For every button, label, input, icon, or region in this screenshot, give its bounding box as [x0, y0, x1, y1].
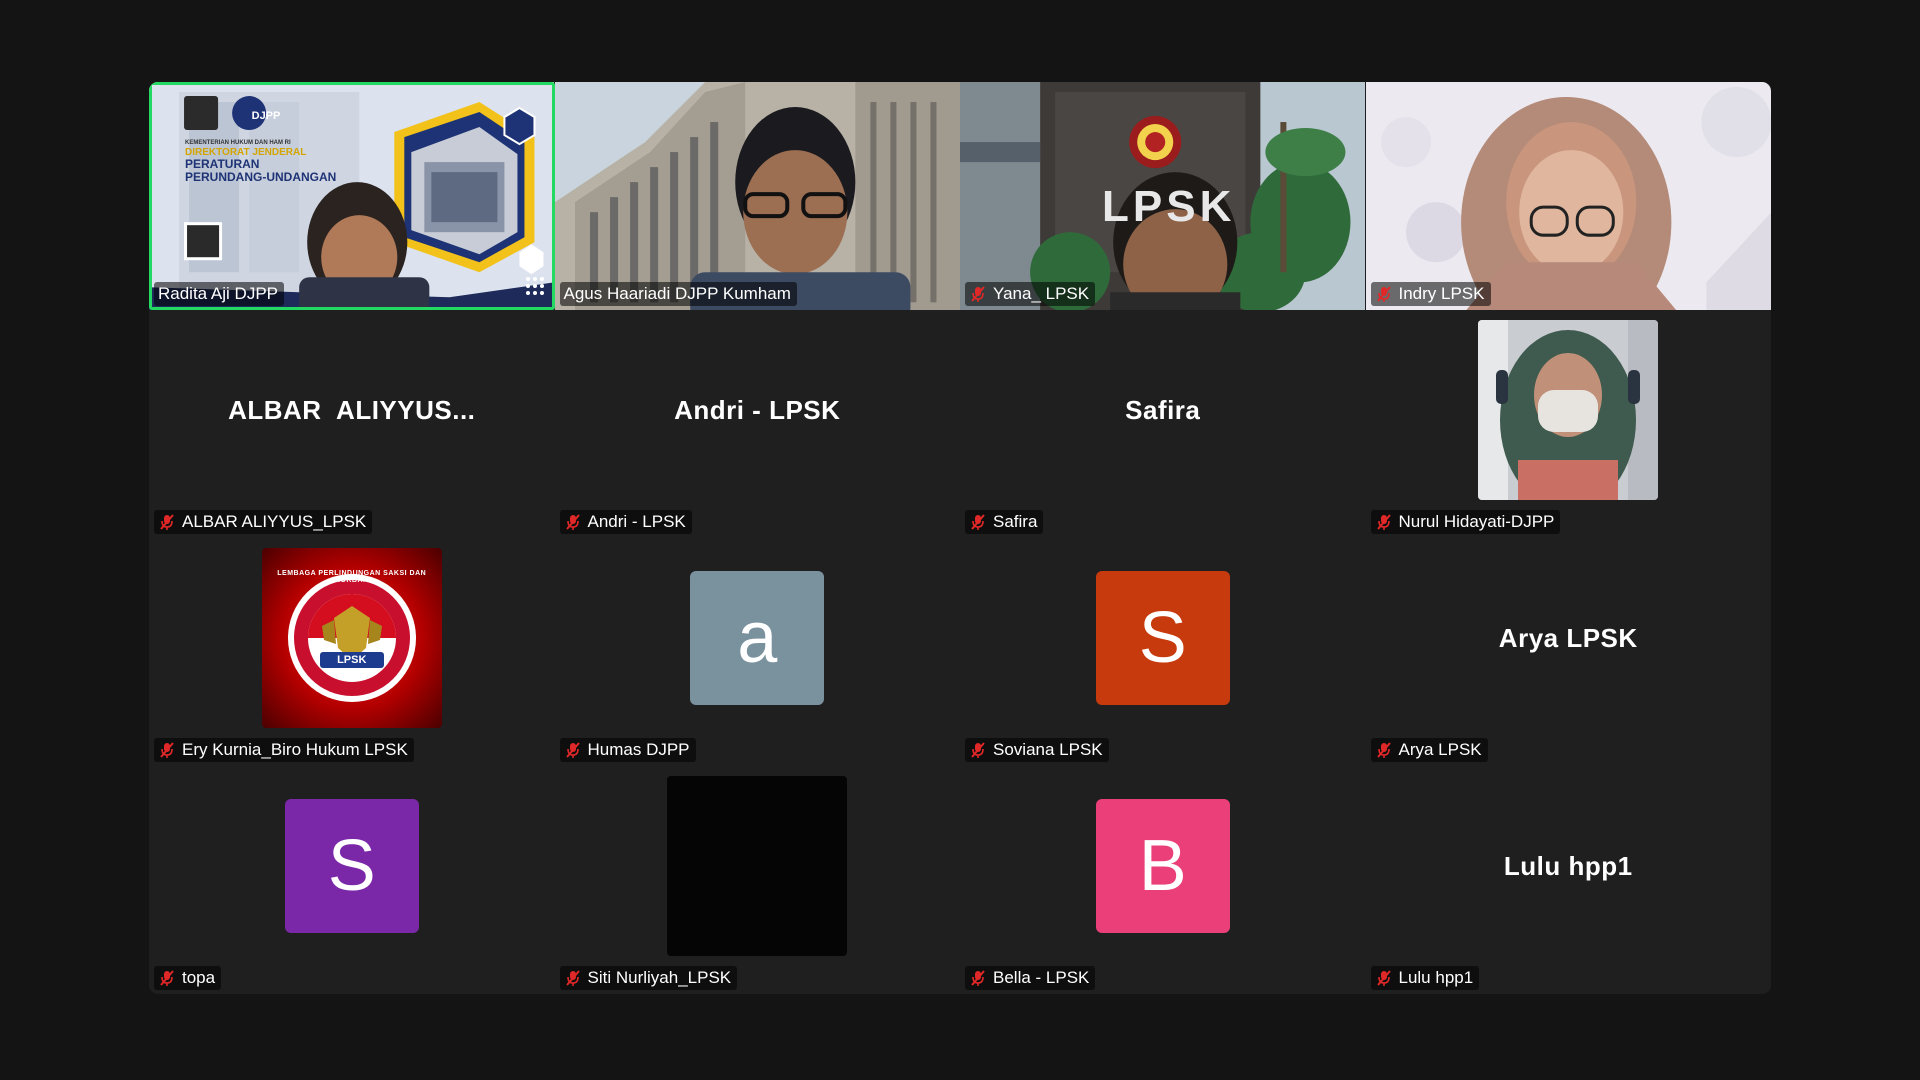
slide-line-2: DIREKTORAT JENDERAL [185, 146, 307, 158]
participant-name-label: Bella - LPSK [965, 966, 1096, 990]
participant-name: Indry LPSK [1398, 284, 1485, 303]
slide-brand-logo: DJPP [251, 110, 281, 122]
participant-name-label: Andri - LPSK [559, 510, 692, 534]
participant-tile-humas-djpp[interactable]: a Humas DJPP [554, 538, 961, 766]
apps-grid-icon [525, 277, 544, 295]
participant-tile-radita-aji[interactable]: KEMENTERIAN HUKUM DAN HAM RI DIREKTORAT … [149, 82, 555, 310]
participant-name: topa [182, 968, 216, 987]
avatar-container [1366, 310, 1772, 510]
mic-muted-icon [1376, 286, 1391, 302]
participant-name: ALBAR ALIYYUS_LPSK [182, 512, 367, 531]
participant-name: Soviana LPSK [993, 740, 1103, 759]
participant-tile-indry[interactable]: Indry LPSK [1365, 82, 1771, 310]
slide-line-3: PERATURAN [185, 156, 260, 171]
participant-name: Andri - LPSK [587, 512, 686, 531]
letter-avatar: S [284, 799, 419, 933]
participant-name: Arya LPSK [1398, 740, 1482, 759]
avatar-container: S [960, 538, 1366, 738]
participant-name: Nurul Hidayati-DJPP [1398, 512, 1555, 531]
participant-name-label: Soviana LPSK [965, 738, 1109, 762]
profile-photo [1478, 320, 1659, 500]
participant-name-label: ALBAR ALIYYUS_LPSK [154, 510, 373, 534]
participant-tile-andri[interactable]: Andri - LPSK Andri - LPSK [554, 310, 960, 538]
mic-muted-icon [565, 742, 580, 758]
mic-muted-icon [1376, 514, 1391, 530]
participant-name-label: topa [154, 966, 222, 990]
slide-line-4: PERUNDANG-UNDANGAN [185, 169, 337, 184]
participant-tile-topa[interactable]: S topa [149, 766, 555, 994]
participant-tile-soviana[interactable]: S Soviana LPSK [960, 538, 1366, 766]
participant-name: Lulu hpp1 [1398, 968, 1474, 987]
participant-name: Humas DJPP [587, 740, 690, 759]
presentation-slide-text: KEMENTERIAN HUKUM DAN HAM RI DIREKTORAT … [185, 140, 355, 184]
participant-video [149, 82, 555, 310]
mic-muted-icon [160, 970, 174, 986]
mic-muted-icon [971, 514, 985, 530]
avatar-container: LEMBAGA PERLINDUNGAN SAKSI DAN KORBAN LP… [149, 538, 555, 738]
participant-name-label: Siti Nurliyah_LPSK [559, 966, 738, 990]
participant-video [1365, 82, 1771, 310]
participant-display-name: ALBAR ALIYYUS... [228, 394, 476, 425]
participant-video [554, 82, 960, 310]
participant-name: Radita Aji DJPP [158, 284, 278, 303]
participant-name: Safira [993, 512, 1038, 531]
participant-name-label: Humas DJPP [559, 738, 696, 762]
building-sign: LPSK [1102, 182, 1236, 231]
mic-muted-icon [565, 970, 580, 986]
participant-name-label: Yana_ LPSK [965, 282, 1096, 306]
participant-name-label: Nurul Hidayati-DJPP [1370, 510, 1561, 534]
emblem-ring-text: LEMBAGA PERLINDUNGAN SAKSI DAN KORBAN [277, 570, 427, 584]
participant-tile-siti-nurliyah[interactable]: Siti Nurliyah_LPSK [554, 766, 961, 994]
participant-display-name: Andri - LPSK [674, 394, 841, 425]
participant-tile-arya[interactable]: Arya LPSK Arya LPSK [1365, 538, 1771, 766]
avatar-container: B [960, 766, 1366, 966]
participant-tile-yana[interactable]: LPSK Yana_ LPSK [960, 82, 1366, 310]
participant-display-name: Lulu hpp1 [1503, 850, 1633, 881]
participant-name-label: Lulu hpp1 [1370, 966, 1480, 990]
mic-muted-icon [971, 286, 985, 302]
participant-tile-agus-haariadi[interactable]: Agus Haariadi DJPP Kumham [554, 82, 960, 310]
profile-photo [667, 776, 848, 956]
video-gallery: KEMENTERIAN HUKUM DAN HAM RI DIREKTORAT … [149, 82, 1771, 994]
participant-tile-bella[interactable]: B Bella - LPSK [960, 766, 1366, 994]
mic-muted-icon [971, 742, 985, 758]
mic-muted-icon [1376, 970, 1391, 986]
participant-tile-ery-kurnia[interactable]: LEMBAGA PERLINDUNGAN SAKSI DAN KORBAN LP… [149, 538, 555, 766]
participant-name: Yana_ LPSK [993, 284, 1090, 303]
mic-muted-icon [971, 970, 985, 986]
participant-tile-lulu[interactable]: Lulu hpp1 Lulu hpp1 [1365, 766, 1771, 994]
participant-name: Ery Kurnia_Biro Hukum LPSK [182, 740, 408, 759]
participant-name: Bella - LPSK [993, 968, 1090, 987]
avatar-container: a [555, 538, 961, 738]
participant-name: Siti Nurliyah_LPSK [587, 968, 732, 987]
letter-avatar: S [1095, 571, 1230, 705]
participant-tile-albar-aliyyus[interactable]: ALBAR ALIYYUS... ALBAR ALIYYUS_LPSK [149, 310, 555, 538]
participant-display-name: Arya LPSK [1498, 622, 1638, 653]
participant-tile-safira[interactable]: Safira Safira [960, 310, 1366, 538]
participant-name-label: Radita Aji DJPP [154, 282, 284, 306]
mic-muted-icon [565, 514, 580, 530]
mic-muted-icon [160, 742, 174, 758]
avatar-container: S [149, 766, 555, 966]
letter-avatar: a [690, 571, 825, 705]
participant-name-label: Ery Kurnia_Biro Hukum LPSK [154, 738, 414, 762]
participant-display-name: Safira [1125, 394, 1201, 425]
participant-name-label: Safira [965, 510, 1044, 534]
participant-name-label: Arya LPSK [1370, 738, 1488, 762]
participant-name-label: Indry LPSK [1370, 282, 1491, 306]
avatar-container [555, 766, 961, 966]
mic-muted-icon [1376, 742, 1391, 758]
lpsk-emblem-avatar: LEMBAGA PERLINDUNGAN SAKSI DAN KORBAN LP… [261, 548, 442, 728]
emblem-banner-text: LPSK [337, 654, 367, 666]
participant-tile-nurul-hidayati[interactable]: Nurul Hidayati-DJPP [1365, 310, 1772, 538]
mic-muted-icon [160, 514, 174, 530]
participant-name: Agus Haariadi DJPP Kumham [563, 284, 791, 303]
participant-name-label: Agus Haariadi DJPP Kumham [559, 282, 797, 306]
letter-avatar: B [1095, 799, 1230, 933]
slide-line-1: KEMENTERIAN HUKUM DAN HAM RI [185, 140, 291, 146]
